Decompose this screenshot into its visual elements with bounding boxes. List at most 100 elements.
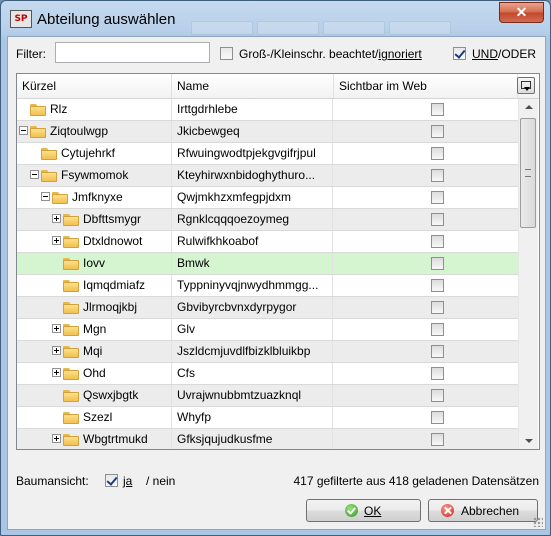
und-checkbox[interactable]: [453, 47, 466, 60]
expand-icon[interactable]: [52, 346, 61, 355]
kuerzel-cell[interactable]: Iovv: [17, 253, 172, 274]
folder-icon: [41, 148, 57, 160]
web-visible-checkbox[interactable]: [431, 389, 444, 402]
name-cell[interactable]: Gfksjqujudkusfme: [172, 429, 333, 449]
column-header-sichtbar[interactable]: Sichtbar im Web: [334, 74, 518, 98]
cancel-x-icon: [441, 504, 454, 517]
table-row[interactable]: Rlz Irttgdrhlebe: [17, 99, 518, 121]
name-cell[interactable]: Gbvibyrcbvnxdyrpygor: [172, 297, 333, 318]
table-row[interactable]: Dbfttsmygr Rgnklcqqqoezoymeg: [17, 209, 518, 231]
scroll-up-button[interactable]: [519, 99, 538, 116]
close-button[interactable]: ✕: [499, 2, 544, 23]
tree-view-checkbox[interactable]: [105, 474, 118, 487]
kuerzel-cell[interactable]: Wbgtrtmukd: [17, 429, 172, 449]
kuerzel-cell[interactable]: Fsywmomok: [17, 165, 172, 186]
kuerzel-cell[interactable]: Szezl: [17, 407, 172, 428]
table-row[interactable]: Szezl Whyfp: [17, 407, 518, 429]
case-sensitive-checkbox[interactable]: [220, 47, 233, 60]
filter-input[interactable]: [55, 42, 210, 63]
web-visible-checkbox[interactable]: [431, 301, 444, 314]
name-cell[interactable]: Cfs: [172, 363, 333, 384]
kuerzel-cell[interactable]: Qswxjbgtk: [17, 385, 172, 406]
kuerzel-cell[interactable]: Mgn: [17, 319, 172, 340]
expand-icon[interactable]: [52, 368, 61, 377]
collapse-icon[interactable]: [19, 126, 28, 135]
expand-icon[interactable]: [52, 434, 61, 443]
name-cell[interactable]: Typpninyvqjnwydhmmgg...: [172, 275, 333, 296]
kuerzel-cell[interactable]: Ziqtoulwgp: [17, 121, 172, 142]
name-cell[interactable]: Glv: [172, 319, 333, 340]
web-visible-checkbox[interactable]: [431, 323, 444, 336]
web-visible-checkbox[interactable]: [431, 367, 444, 380]
scroll-thumb[interactable]: [520, 118, 536, 228]
name-cell[interactable]: Qwjmkhzxmfegpjdxm: [172, 187, 333, 208]
ok-button[interactable]: OK: [306, 499, 421, 522]
web-visible-checkbox[interactable]: [431, 257, 444, 270]
web-visible-cell: [334, 319, 518, 340]
name-cell[interactable]: Whyfp: [172, 407, 333, 428]
web-visible-checkbox[interactable]: [431, 411, 444, 424]
cancel-button-label: Abbrechen: [461, 504, 520, 518]
kuerzel-cell[interactable]: Dbfttsmygr: [17, 209, 172, 230]
table-row[interactable]: Mqi Jszldcmjuvdlfbizklbluikbp: [17, 341, 518, 363]
cancel-button[interactable]: Abbrechen: [428, 499, 538, 522]
department-tree-grid: Kürzel Name Sichtbar im Web Rlz Irttgdrhl…: [16, 73, 540, 450]
name-cell[interactable]: Bmwk: [172, 253, 333, 274]
web-visible-cell: [334, 407, 518, 428]
kuerzel-cell[interactable]: Rlz: [17, 99, 172, 120]
name-cell[interactable]: Irttgdrhlebe: [172, 99, 333, 120]
und-oder-label[interactable]: UND/ODER: [472, 47, 536, 61]
name-cell[interactable]: Rulwifkhkoabof: [172, 231, 333, 252]
kuerzel-cell[interactable]: Mqi: [17, 341, 172, 362]
column-header-kuerzel[interactable]: Kürzel: [17, 74, 172, 98]
title-bar[interactable]: SP Abteilung auswählen ✕: [1, 1, 550, 37]
expand-icon[interactable]: [52, 236, 61, 245]
web-visible-checkbox[interactable]: [431, 169, 444, 182]
table-row[interactable]: Dtxldnowot Rulwifkhkoabof: [17, 231, 518, 253]
web-visible-checkbox[interactable]: [431, 433, 444, 446]
expand-icon[interactable]: [52, 214, 61, 223]
web-visible-checkbox[interactable]: [431, 147, 444, 160]
table-row[interactable]: Mgn Glv: [17, 319, 518, 341]
kuerzel-cell[interactable]: Cytujehrkf: [17, 143, 172, 164]
collapse-icon[interactable]: [30, 170, 39, 179]
kuerzel-cell[interactable]: Iqmqdmiafz: [17, 275, 172, 296]
web-visible-checkbox[interactable]: [431, 191, 444, 204]
name-cell[interactable]: Rfwuingwodtpjekgvgifrjpul: [172, 143, 333, 164]
web-visible-cell: [334, 297, 518, 318]
web-visible-checkbox[interactable]: [431, 103, 444, 116]
table-row[interactable]: Jlrmoqjkbj Gbvibyrcbvnxdyrpygor: [17, 297, 518, 319]
web-visible-checkbox[interactable]: [431, 213, 444, 226]
web-visible-checkbox[interactable]: [431, 235, 444, 248]
column-header-name[interactable]: Name: [172, 74, 334, 98]
expand-icon[interactable]: [52, 324, 61, 333]
table-row[interactable]: Jmfknyxe Qwjmkhzxmfegpjdxm: [17, 187, 518, 209]
resize-grip[interactable]: [533, 517, 543, 527]
web-visible-checkbox[interactable]: [431, 125, 444, 138]
web-visible-checkbox[interactable]: [431, 279, 444, 292]
table-row[interactable]: Iqmqdmiafz Typpninyvqjnwydhmmgg...: [17, 275, 518, 297]
name-cell[interactable]: Jszldcmjuvdlfbizklbluikbp: [172, 341, 333, 362]
name-cell[interactable]: Uvrajwnubbmtzuazknql: [172, 385, 333, 406]
scroll-down-button[interactable]: [519, 432, 538, 449]
case-sensitive-label[interactable]: Groß-/Kleinschr. beachtet/ignoriert: [239, 47, 422, 61]
table-row[interactable]: Ziqtoulwgp Jkicbewgeq: [17, 121, 518, 143]
table-row[interactable]: Cytujehrkf Rfwuingwodtpjekgvgifrjpul: [17, 143, 518, 165]
kuerzel-cell[interactable]: Ohd: [17, 363, 172, 384]
column-chooser-button[interactable]: [517, 77, 535, 94]
collapse-icon[interactable]: [41, 192, 50, 201]
kuerzel-cell[interactable]: Dtxldnowot: [17, 231, 172, 252]
name-cell[interactable]: Jkicbewgeq: [172, 121, 333, 142]
table-row[interactable]: Qswxjbgtk Uvrajwnubbmtzuazknql: [17, 385, 518, 407]
kuerzel-cell[interactable]: Jmfknyxe: [17, 187, 172, 208]
name-cell[interactable]: Kteyhirwxnbidoghythuro...: [172, 165, 333, 186]
table-row[interactable]: Fsywmomok Kteyhirwxnbidoghythuro...: [17, 165, 518, 187]
tree-view-ja-label[interactable]: ja: [123, 474, 132, 488]
vertical-scrollbar[interactable]: [518, 99, 538, 449]
name-cell[interactable]: Rgnklcqqqoezoymeg: [172, 209, 333, 230]
table-row[interactable]: Ohd Cfs: [17, 363, 518, 385]
web-visible-checkbox[interactable]: [431, 345, 444, 358]
table-row[interactable]: Iovv Bmwk: [17, 253, 518, 275]
table-row[interactable]: Wbgtrtmukd Gfksjqujudkusfme: [17, 429, 518, 449]
kuerzel-cell[interactable]: Jlrmoqjkbj: [17, 297, 172, 318]
